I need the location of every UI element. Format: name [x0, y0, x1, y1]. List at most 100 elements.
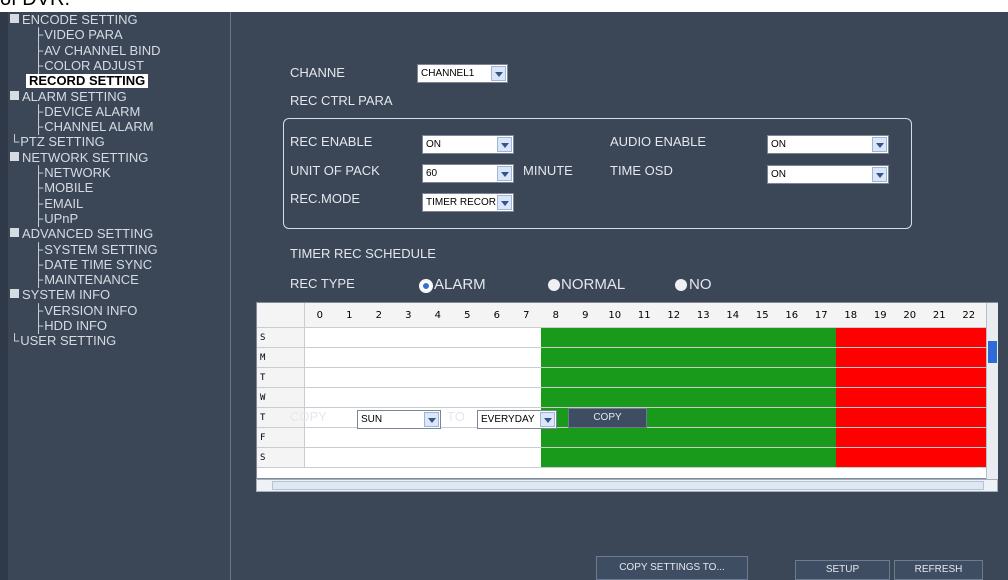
schedule-cell[interactable]	[954, 428, 985, 448]
schedule-cell[interactable]	[806, 408, 837, 428]
schedule-cell[interactable]	[954, 448, 985, 468]
schedule-cell[interactable]	[511, 428, 542, 448]
tree-item-alarm-setting[interactable]: ALARM SETTING	[10, 90, 127, 104]
schedule-cell[interactable]	[895, 388, 926, 408]
schedule-cell[interactable]	[895, 408, 926, 428]
radio-alarm[interactable]	[419, 279, 433, 293]
schedule-cell[interactable]	[334, 388, 365, 408]
schedule-cell[interactable]	[777, 348, 808, 368]
schedule-cell[interactable]	[688, 368, 719, 388]
schedule-cell[interactable]	[629, 348, 660, 368]
schedule-cell[interactable]	[393, 388, 424, 408]
schedule-cell[interactable]	[482, 448, 513, 468]
schedule-cell[interactable]	[924, 428, 955, 448]
schedule-cell[interactable]	[423, 428, 454, 448]
schedule-cell[interactable]	[865, 448, 896, 468]
chevron-down-icon[interactable]	[540, 412, 555, 427]
schedule-cell[interactable]	[629, 388, 660, 408]
schedule-cell[interactable]	[806, 448, 837, 468]
schedule-cell[interactable]	[718, 388, 749, 408]
tree-item-video-para[interactable]: ├VIDEO PARA	[34, 28, 123, 42]
chevron-down-icon[interactable]	[424, 412, 439, 427]
schedule-cell[interactable]	[541, 388, 572, 408]
schedule-cell[interactable]	[600, 368, 631, 388]
schedule-cell[interactable]	[895, 348, 926, 368]
schedule-cell[interactable]	[688, 328, 719, 348]
schedule-cell[interactable]	[393, 368, 424, 388]
schedule-cell[interactable]	[924, 408, 955, 428]
schedule-cell[interactable]	[688, 448, 719, 468]
schedule-cell[interactable]	[452, 428, 483, 448]
schedule-cell[interactable]	[511, 388, 542, 408]
collapse-icon[interactable]	[10, 152, 19, 161]
schedule-cell[interactable]	[305, 428, 336, 448]
schedule-cell[interactable]	[600, 428, 631, 448]
schedule-grid[interactable]: 0123456789101112131415161718192021222SMT…	[256, 302, 998, 479]
schedule-cell[interactable]	[364, 428, 395, 448]
schedule-cell[interactable]	[895, 368, 926, 388]
schedule-cell[interactable]	[718, 408, 749, 428]
schedule-cell[interactable]	[777, 388, 808, 408]
schedule-cell[interactable]	[659, 408, 690, 428]
schedule-cell[interactable]	[806, 428, 837, 448]
schedule-cell[interactable]	[334, 328, 365, 348]
schedule-cell[interactable]	[629, 448, 660, 468]
schedule-cell[interactable]	[570, 388, 601, 408]
schedule-cell[interactable]	[482, 388, 513, 408]
schedule-cell[interactable]	[334, 348, 365, 368]
horizontal-scroll-thumb[interactable]	[272, 481, 984, 490]
schedule-cell[interactable]	[865, 428, 896, 448]
schedule-cell[interactable]	[541, 448, 572, 468]
schedule-cell[interactable]	[482, 328, 513, 348]
schedule-cell[interactable]	[718, 368, 749, 388]
tree-item-user-setting[interactable]: └USER SETTING	[10, 334, 116, 348]
schedule-cell[interactable]	[836, 428, 867, 448]
schedule-cell[interactable]	[836, 368, 867, 388]
vertical-scroll-thumb[interactable]	[988, 341, 997, 363]
copy-from-select[interactable]: SUN	[357, 410, 441, 429]
time-osd-select[interactable]: ON	[767, 165, 889, 184]
schedule-cell[interactable]	[718, 428, 749, 448]
tree-item-ptz-setting[interactable]: └PTZ SETTING	[10, 135, 105, 149]
tree-item-channel-alarm[interactable]: ├CHANNEL ALARM	[34, 120, 154, 134]
schedule-cell[interactable]	[718, 328, 749, 348]
schedule-cell[interactable]	[924, 328, 955, 348]
schedule-cell[interactable]	[511, 348, 542, 368]
schedule-cell[interactable]	[777, 428, 808, 448]
schedule-cell[interactable]	[452, 448, 483, 468]
schedule-cell[interactable]	[836, 448, 867, 468]
schedule-cell[interactable]	[452, 328, 483, 348]
chevron-down-icon[interactable]	[872, 167, 887, 182]
schedule-cell[interactable]	[364, 328, 395, 348]
schedule-cell[interactable]	[423, 328, 454, 348]
schedule-cell[interactable]	[600, 388, 631, 408]
schedule-cell[interactable]	[600, 328, 631, 348]
schedule-cell[interactable]	[777, 328, 808, 348]
schedule-cell[interactable]	[541, 348, 572, 368]
tree-item-av-channel-bind[interactable]: ├AV CHANNEL BIND	[34, 44, 161, 58]
schedule-cell[interactable]	[954, 408, 985, 428]
schedule-cell[interactable]	[954, 388, 985, 408]
schedule-cell[interactable]	[924, 448, 955, 468]
schedule-cell[interactable]	[393, 348, 424, 368]
tree-item-hdd-info[interactable]: ├HDD INFO	[34, 319, 107, 333]
schedule-cell[interactable]	[747, 408, 778, 428]
schedule-cell[interactable]	[305, 388, 336, 408]
schedule-cell[interactable]	[305, 328, 336, 348]
schedule-cell[interactable]	[747, 368, 778, 388]
schedule-cell[interactable]	[688, 428, 719, 448]
schedule-cell[interactable]	[718, 348, 749, 368]
schedule-cell[interactable]	[688, 348, 719, 368]
setup-button[interactable]: SETUP	[795, 560, 890, 580]
schedule-cell[interactable]	[511, 368, 542, 388]
collapse-icon[interactable]	[10, 289, 19, 298]
tree-item-record-setting[interactable]: RECORD SETTING	[26, 74, 149, 88]
schedule-cell[interactable]	[393, 328, 424, 348]
schedule-cell[interactable]	[659, 368, 690, 388]
schedule-cell[interactable]	[865, 348, 896, 368]
schedule-cell[interactable]	[924, 368, 955, 388]
schedule-cell[interactable]	[865, 408, 896, 428]
schedule-cell[interactable]	[688, 388, 719, 408]
copy-settings-to-button[interactable]: COPY SETTINGS TO...	[596, 556, 748, 580]
tree-item-system-setting[interactable]: ├SYSTEM SETTING	[34, 243, 158, 257]
